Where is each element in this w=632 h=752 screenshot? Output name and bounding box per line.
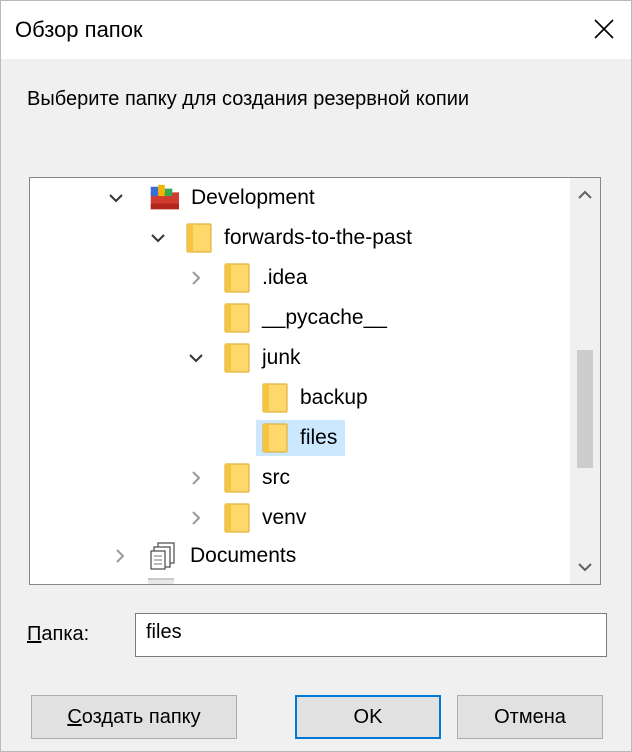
chevron-right-icon[interactable] [187, 469, 205, 487]
tree-item-backup[interactable]: backup [224, 380, 376, 416]
chevron-up-icon [578, 190, 592, 199]
scroll-down-button[interactable] [570, 550, 600, 584]
tree-item-label: venv [262, 506, 307, 529]
folder-icon [262, 423, 288, 453]
tree-scrollbar[interactable] [570, 178, 600, 584]
folder-icon [224, 463, 250, 493]
cancel-button[interactable]: Отмена [457, 695, 603, 739]
tree-item-documents[interactable]: Documents [110, 538, 304, 574]
scroll-up-button[interactable] [570, 178, 600, 212]
folder-icon [262, 383, 288, 413]
tree-item-venv[interactable]: venv [186, 500, 314, 536]
folder-tree[interactable]: Development forwards-to-the-past .idea _… [29, 177, 601, 585]
title-bar: Обзор папок [1, 1, 631, 59]
tree-item-partial [148, 578, 174, 584]
tree-item-files[interactable]: files [224, 420, 346, 456]
tree-item-label: .idea [262, 266, 308, 289]
tree-item-pycache[interactable]: __pycache__ [186, 300, 395, 336]
tree-item-label: junk [262, 346, 301, 369]
create-folder-mnemonic: С [67, 705, 82, 728]
folder-name-input[interactable] [135, 613, 607, 657]
cancel-label: Отмена [494, 705, 566, 728]
folder-icon [224, 303, 250, 333]
documents-icon [150, 542, 175, 570]
tree-item-label: src [262, 466, 290, 489]
chevron-down-icon [578, 563, 592, 572]
tree-item-label: files [300, 426, 338, 449]
tree-item-junk[interactable]: junk [186, 340, 309, 376]
folder-label-mnemonic: П [27, 623, 42, 645]
ok-label: OK [353, 705, 383, 728]
dialog-prompt: Выберите папку для создания резервной ко… [27, 88, 470, 110]
chevron-down-icon[interactable] [149, 229, 167, 247]
tree-item-label: __pycache__ [262, 306, 387, 329]
tree-item-label: Documents [190, 544, 297, 567]
chevron-down-icon[interactable] [187, 349, 205, 367]
tree-item-label: backup [300, 386, 368, 409]
window-title: Обзор папок [15, 17, 143, 42]
chevron-right-icon[interactable] [111, 547, 129, 565]
folder-icon [224, 343, 250, 373]
chevron-down-icon[interactable] [107, 189, 125, 207]
development-folder-icon [150, 184, 179, 210]
tree-item-idea[interactable]: .idea [186, 260, 316, 296]
folder-field-label: Папка: [27, 623, 89, 646]
tree-item-development[interactable]: Development [107, 180, 323, 216]
close-button[interactable] [583, 10, 625, 48]
tree-item-forwards-to-the-past[interactable]: forwards-to-the-past [148, 220, 420, 256]
scroll-thumb[interactable] [577, 350, 593, 468]
create-folder-label: оздать папку [81, 705, 201, 728]
chevron-right-icon[interactable] [187, 269, 205, 287]
folder-icon [224, 263, 250, 293]
folder-icon [186, 223, 212, 253]
folder-icon [224, 503, 250, 533]
create-folder-button[interactable]: Создать папку [31, 695, 237, 739]
tree-item-src[interactable]: src [186, 460, 298, 496]
tree-item-label: Development [191, 186, 315, 209]
browse-folders-dialog: Обзор папок Выберите папку для создания … [0, 0, 632, 752]
folder-label-text: апка: [41, 623, 90, 645]
ok-button[interactable]: OK [295, 695, 441, 739]
tree-item-label: forwards-to-the-past [224, 226, 412, 249]
close-icon [594, 19, 614, 39]
chevron-right-icon[interactable] [187, 509, 205, 527]
